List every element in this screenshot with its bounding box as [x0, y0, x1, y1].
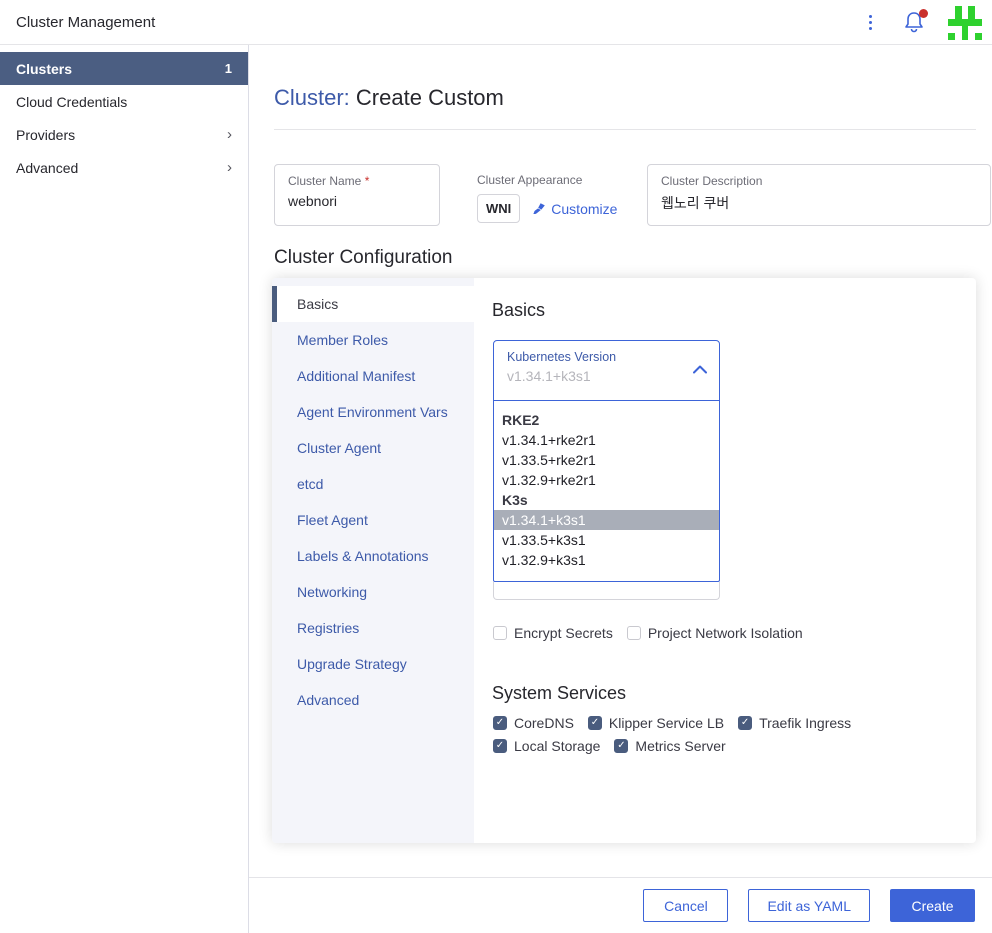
local-storage-checkbox[interactable]: ✓ Local Storage — [493, 738, 600, 754]
tab-networking[interactable]: Networking — [272, 574, 474, 610]
cluster-configuration-card: Basics Member Roles Additional Manifest … — [272, 278, 976, 843]
cluster-description-field[interactable]: Cluster Description 웹노리 쿠버 — [647, 164, 991, 226]
notification-dot — [919, 9, 928, 18]
checkbox-checked[interactable]: ✓ — [614, 739, 628, 753]
checkbox-checked[interactable]: ✓ — [493, 716, 507, 730]
tab-etcd[interactable]: etcd — [272, 466, 474, 502]
kubernetes-version-value: v1.34.1+k3s1 — [507, 368, 706, 384]
config-tab-list: Basics Member Roles Additional Manifest … — [272, 278, 474, 843]
page-title: Cluster: Create Custom — [274, 85, 504, 111]
sidebar-item-clusters[interactable]: Clusters 1 — [0, 52, 248, 85]
action-footer: Cancel Edit as YAML Create — [249, 877, 992, 933]
app-header: Cluster Management — [0, 0, 992, 45]
sidebar-item-cloud-credentials[interactable]: Cloud Credentials — [0, 85, 248, 118]
brush-icon — [532, 202, 546, 216]
traefik-ingress-checkbox[interactable]: ✓ Traefik Ingress — [738, 715, 851, 731]
checkbox-unchecked[interactable] — [493, 626, 507, 640]
basics-heading: Basics — [492, 300, 545, 321]
tab-labels-annotations[interactable]: Labels & Annotations — [272, 538, 474, 574]
app-title: Cluster Management — [16, 14, 155, 31]
tab-fleet-agent[interactable]: Fleet Agent — [272, 502, 474, 538]
dropdown-group-rke2: RKE2 — [494, 410, 719, 430]
system-services-row: ✓ CoreDNS ✓ Klipper Service LB ✓ Traefik… — [493, 715, 963, 754]
required-asterisk: * — [365, 174, 370, 188]
kubernetes-version-select[interactable]: Kubernetes Version v1.34.1+k3s1 — [493, 340, 720, 401]
occluded-field-bottom — [493, 582, 720, 600]
cluster-name-input[interactable]: webnori — [288, 193, 426, 209]
cluster-initials-badge: WNI — [477, 194, 520, 223]
cluster-name-field[interactable]: Cluster Name * webnori — [274, 164, 440, 226]
sidebar-item-label: Providers — [16, 127, 75, 143]
cluster-form-row: Cluster Name * webnori Cluster Appearanc… — [274, 164, 976, 226]
basics-panel: Basics Kubernetes Version v1.34.1+k3s1 R… — [474, 278, 976, 843]
tab-basics[interactable]: Basics — [272, 286, 474, 322]
tab-registries[interactable]: Registries — [272, 610, 474, 646]
kebab-menu-icon[interactable] — [861, 9, 880, 36]
kubernetes-version-label: Kubernetes Version — [507, 350, 706, 364]
basics-checkbox-row: Encrypt Secrets Project Network Isolatio… — [493, 625, 803, 641]
main-content: Cluster: Create Custom Cluster Name * we… — [249, 45, 992, 933]
checkbox-checked[interactable]: ✓ — [493, 739, 507, 753]
cluster-appearance-label: Cluster Appearance — [477, 173, 637, 187]
system-services-heading: System Services — [492, 683, 626, 704]
checkbox-checked[interactable]: ✓ — [738, 716, 752, 730]
tab-cluster-agent[interactable]: Cluster Agent — [272, 430, 474, 466]
cluster-name-label: Cluster Name * — [288, 174, 426, 188]
tab-agent-environment-vars[interactable]: Agent Environment Vars — [272, 394, 474, 430]
dropdown-option[interactable]: v1.33.5+k3s1 — [494, 530, 719, 550]
coredns-checkbox[interactable]: ✓ CoreDNS — [493, 715, 574, 731]
chevron-right-icon: › — [227, 160, 232, 175]
sidebar-item-label: Advanced — [16, 160, 78, 176]
sidebar-item-label: Cloud Credentials — [16, 94, 127, 110]
notification-bell-icon[interactable] — [902, 10, 926, 36]
dropdown-option-selected[interactable]: v1.34.1+k3s1 — [494, 510, 719, 530]
sidebar-item-advanced[interactable]: Advanced › — [0, 151, 248, 184]
dropdown-option[interactable]: v1.34.1+rke2r1 — [494, 430, 719, 450]
sidebar: Clusters 1 Cloud Credentials Providers ›… — [0, 45, 249, 933]
page-title-text: Create Custom — [356, 85, 504, 110]
cluster-configuration-heading: Cluster Configuration — [274, 247, 452, 269]
chevron-right-icon: › — [227, 127, 232, 142]
sidebar-item-providers[interactable]: Providers › — [0, 118, 248, 151]
title-divider — [274, 129, 976, 130]
metrics-server-checkbox[interactable]: ✓ Metrics Server — [614, 738, 725, 754]
dropdown-group-k3s: K3s — [494, 490, 719, 510]
customize-label: Customize — [551, 201, 617, 217]
encrypt-secrets-checkbox[interactable]: Encrypt Secrets — [493, 625, 613, 641]
tab-upgrade-strategy[interactable]: Upgrade Strategy — [272, 646, 474, 682]
chevron-up-icon — [693, 365, 707, 374]
tab-advanced[interactable]: Advanced — [272, 682, 474, 718]
cancel-button[interactable]: Cancel — [643, 889, 728, 922]
customize-link[interactable]: Customize — [532, 201, 617, 217]
dropdown-option[interactable]: v1.33.5+rke2r1 — [494, 450, 719, 470]
cluster-appearance-group: Cluster Appearance WNI Customize — [477, 173, 637, 223]
dropdown-option[interactable]: v1.32.9+rke2r1 — [494, 470, 719, 490]
edit-as-yaml-button[interactable]: Edit as YAML — [748, 889, 870, 922]
page-title-prefix: Cluster: — [274, 85, 350, 110]
clusters-count-badge: 1 — [225, 61, 232, 76]
create-button[interactable]: Create — [890, 889, 975, 922]
tab-member-roles[interactable]: Member Roles — [272, 322, 474, 358]
kubernetes-version-dropdown: RKE2 v1.34.1+rke2r1 v1.33.5+rke2r1 v1.32… — [493, 401, 720, 582]
project-network-isolation-checkbox[interactable]: Project Network Isolation — [627, 625, 803, 641]
checkbox-checked[interactable]: ✓ — [588, 716, 602, 730]
dropdown-option[interactable]: v1.32.9+k3s1 — [494, 550, 719, 570]
checkbox-unchecked[interactable] — [627, 626, 641, 640]
avatar[interactable] — [948, 6, 982, 40]
cluster-description-label: Cluster Description — [661, 174, 977, 188]
cluster-description-input[interactable]: 웹노리 쿠버 — [661, 193, 977, 213]
tab-additional-manifest[interactable]: Additional Manifest — [272, 358, 474, 394]
sidebar-item-label: Clusters — [16, 61, 72, 77]
klipper-service-lb-checkbox[interactable]: ✓ Klipper Service LB — [588, 715, 724, 731]
